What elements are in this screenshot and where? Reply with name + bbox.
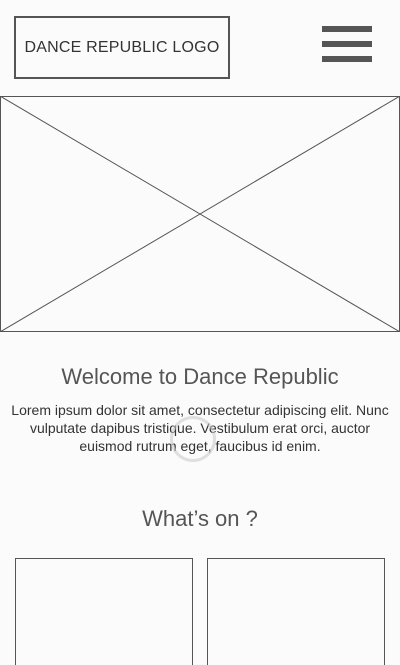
- menu-bar-bottom: [322, 56, 372, 62]
- menu-bar-middle: [322, 41, 372, 47]
- event-card[interactable]: [207, 558, 385, 665]
- page: DANCE REPUBLIC LOGO Welcome to Dance Rep…: [0, 0, 400, 665]
- whats-on-title: What’s on ?: [142, 506, 258, 531]
- welcome-text: Lorem ipsum dolor sit amet, consectetur …: [11, 402, 389, 454]
- hamburger-menu-icon[interactable]: [322, 26, 372, 66]
- welcome-title: Welcome to Dance Republic: [61, 364, 339, 389]
- event-card[interactable]: [15, 558, 193, 665]
- logo[interactable]: DANCE REPUBLIC LOGO: [14, 16, 230, 79]
- menu-bar-top: [322, 26, 372, 32]
- logo-text: DANCE REPUBLIC LOGO: [24, 38, 220, 56]
- hero-image-placeholder: [0, 96, 400, 332]
- image-placeholder-icon: [0, 96, 400, 332]
